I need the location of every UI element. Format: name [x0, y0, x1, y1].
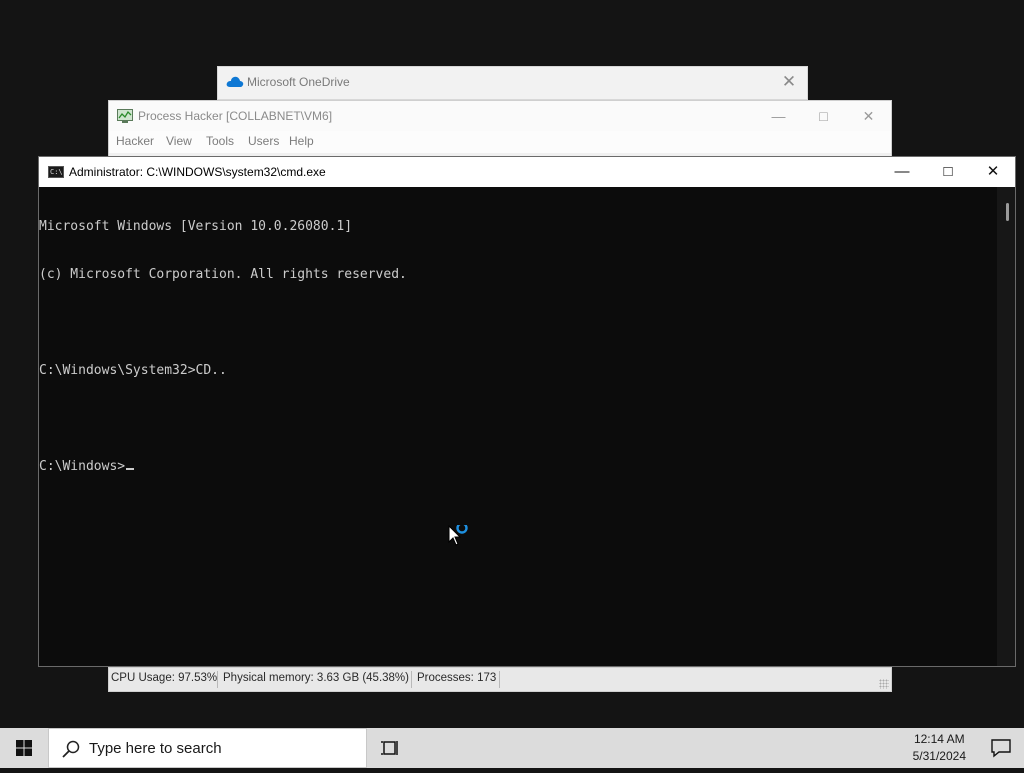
- processes-status: Processes: 173: [417, 672, 497, 684]
- onedrive-close-button[interactable]: ✕: [777, 71, 801, 93]
- clock-date: 5/31/2024: [912, 749, 966, 763]
- console-line: (c) Microsoft Corporation. All rights re…: [39, 267, 407, 282]
- status-separator: [217, 671, 218, 688]
- cpu-usage-status: CPU Usage: 97.53%: [111, 672, 218, 684]
- task-view-button[interactable]: [376, 728, 408, 768]
- text-cursor: [126, 468, 135, 470]
- process-hacker-menubar: Hacker View Tools Users Help: [109, 131, 891, 153]
- cmd-scrollbar[interactable]: [997, 187, 1015, 666]
- console-line: C:\Windows\System32>CD..: [39, 363, 227, 378]
- cmd-minimize-button[interactable]: —: [879, 157, 925, 187]
- menu-view[interactable]: View: [166, 134, 192, 148]
- taskbar-clock[interactable]: 12:14 AM 5/31/2024: [913, 731, 966, 765]
- action-center-button[interactable]: [990, 738, 1012, 758]
- cmd-title: Administrator: C:\WINDOWS\system32\cmd.e…: [69, 165, 326, 179]
- minimize-icon: —: [771, 108, 786, 124]
- resize-grip[interactable]: [879, 679, 889, 689]
- maximize-icon: □: [943, 163, 953, 180]
- cmd-window[interactable]: C:\ Administrator: C:\WINDOWS\system32\c…: [38, 156, 1016, 667]
- console-line: Microsoft Windows [Version 10.0.26080.1]: [39, 219, 353, 234]
- onedrive-title: Microsoft OneDrive: [247, 75, 350, 89]
- console-output[interactable]: Microsoft Windows [Version 10.0.26080.1]…: [39, 187, 997, 666]
- minimize-icon: —: [894, 163, 910, 180]
- console-prompt: C:\Windows>: [39, 459, 126, 474]
- menu-tools[interactable]: Tools: [206, 134, 234, 148]
- taskbar-search-box[interactable]: Type here to search: [48, 728, 367, 768]
- status-separator: [499, 671, 500, 688]
- search-icon: [62, 740, 80, 758]
- taskbar: Type here to search 12:14 AM 5/31/2024: [0, 728, 1024, 768]
- status-separator: [411, 671, 412, 688]
- process-hacker-titlebar[interactable]: Process Hacker [COLLABNET\VM6] — □ ✕: [109, 101, 891, 131]
- maximize-icon: □: [819, 108, 828, 124]
- menu-help[interactable]: Help: [289, 134, 314, 148]
- process-hacker-close-button[interactable]: ✕: [846, 101, 891, 131]
- console-prompt-line[interactable]: C:\Windows>: [39, 459, 997, 475]
- menu-users[interactable]: Users: [248, 134, 279, 148]
- task-view-icon: [381, 741, 398, 755]
- close-icon: ✕: [862, 108, 875, 124]
- cmd-maximize-button[interactable]: □: [925, 157, 971, 187]
- cmd-titlebar[interactable]: C:\ Administrator: C:\WINDOWS\system32\c…: [39, 157, 1015, 187]
- onedrive-cloud-icon: [226, 76, 244, 87]
- clock-time: 12:14 AM: [913, 732, 965, 746]
- onedrive-window[interactable]: Microsoft OneDrive ✕: [217, 66, 808, 100]
- process-hacker-icon: [117, 109, 133, 123]
- notification-icon: [991, 739, 1011, 758]
- close-icon: ✕: [986, 163, 1000, 180]
- process-hacker-statusbar: CPU Usage: 97.53% Physical memory: 3.63 …: [109, 667, 891, 691]
- search-placeholder: Type here to search: [89, 740, 222, 757]
- cmd-scrollbar-thumb[interactable]: [1006, 203, 1009, 221]
- cmd-close-button[interactable]: ✕: [970, 157, 1016, 187]
- menu-hacker[interactable]: Hacker: [116, 134, 154, 148]
- busy-pointer-icon: [448, 525, 468, 546]
- start-button[interactable]: [0, 728, 48, 768]
- process-hacker-maximize-button[interactable]: □: [801, 101, 846, 131]
- cmd-icon: C:\: [48, 166, 64, 178]
- process-hacker-title: Process Hacker [COLLABNET\VM6]: [138, 109, 333, 123]
- physical-memory-status: Physical memory: 3.63 GB (45.38%): [223, 672, 409, 684]
- windows-start-icon: [16, 740, 32, 756]
- process-hacker-minimize-button[interactable]: —: [756, 101, 801, 131]
